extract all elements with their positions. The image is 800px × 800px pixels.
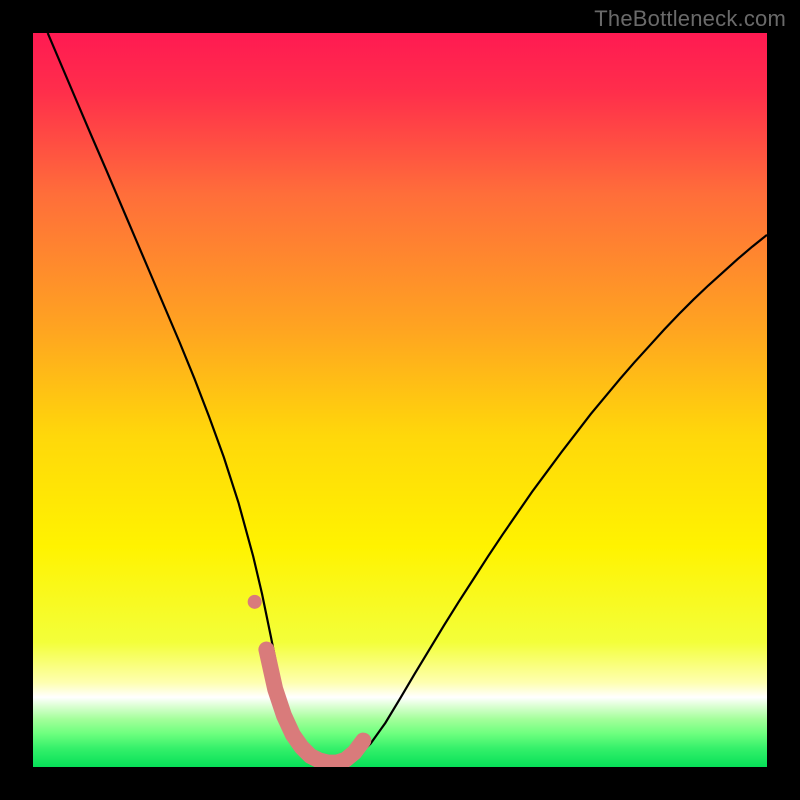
chart-svg [33,33,767,767]
plot-area [33,33,767,767]
chart-frame: TheBottleneck.com [0,0,800,800]
watermark-text: TheBottleneck.com [594,6,786,32]
chart-background [33,33,767,767]
points-layer [248,595,262,609]
marker-dot [248,595,262,609]
